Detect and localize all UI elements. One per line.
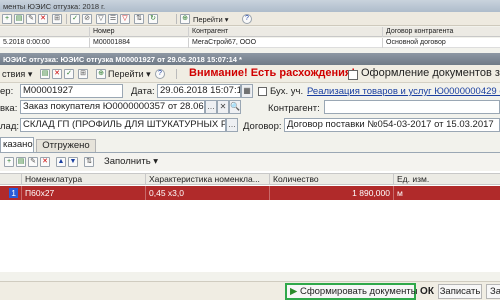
calendar-icon[interactable]: ▦ (241, 84, 253, 98)
structure-icon[interactable]: ⊕ (180, 14, 190, 24)
contract-field[interactable]: Договор поставки №054-03-2017 от 15.03.2… (284, 118, 500, 132)
select-warehouse-button[interactable]: … (226, 118, 238, 132)
ok-button[interactable]: ОК (418, 284, 436, 299)
clear-filter-icon[interactable]: ▽ (120, 14, 130, 24)
add-row-icon[interactable]: + (4, 157, 14, 167)
post-icon[interactable]: ⊞ (52, 14, 62, 24)
row-number-value: 1 (9, 188, 18, 198)
row-contract: Основной договор (386, 39, 446, 46)
edit-row-icon[interactable]: ✎ (28, 157, 38, 167)
delete-icon[interactable]: ✕ (38, 14, 48, 24)
outer-list-header: Номер Контрагент Договор контрагента (0, 27, 500, 37)
table-row[interactable]: 1 П60х27 0,45 х3,0 1 890,000 м (0, 186, 500, 200)
copy-row-icon[interactable]: ▤ (16, 157, 26, 167)
outer-toolbar: + ▤ ✎ ✕ ⊞ ✓ ⊘ ▽ ☰ ▽ ⇅ ↻ ⊕ Перейти ▾ ? (0, 12, 500, 26)
outer-window-title: менты ЮЭИС отгузка: 2018 г. (0, 0, 500, 12)
form-documents-button[interactable]: ▶ Сформировать документы (285, 283, 418, 300)
actions-menu[interactable]: ствия ▾ (2, 68, 32, 81)
actions-menu-label: ствия (2, 69, 26, 79)
col-header-item[interactable]: Номенклатура (22, 174, 146, 185)
go-menu[interactable]: Перейти ▾ (193, 13, 229, 26)
toolbar-divider (66, 14, 67, 24)
col-header-quantity[interactable]: Количество (270, 174, 394, 185)
table-toolbar: + ▤ ✎ ✕ ▲ ▼ ⇅ Заполнить ▾ (0, 153, 500, 171)
col-header-counterparty[interactable]: Контрагент (189, 27, 383, 37)
fill-menu[interactable]: Заполнить ▾ (104, 156, 158, 167)
counterparty-label: Контрагент: (268, 103, 320, 114)
warehouse-label: лад: (0, 121, 20, 132)
move-down-icon[interactable]: ▼ (68, 157, 78, 167)
help-icon[interactable]: ? (242, 14, 252, 24)
discrepancy-warning: Внимание! Есть расхождения! (189, 67, 355, 79)
number-field[interactable]: М00001927 (20, 84, 123, 98)
row-date: 5.2018 0:00:00 (0, 38, 90, 48)
docs-checkbox-label: Оформление документов за (361, 67, 500, 79)
toolbar-divider (176, 14, 177, 24)
col-header-number[interactable]: Номер (90, 27, 189, 37)
post-doc-icon[interactable]: ✓ (64, 69, 74, 79)
structure-doc-icon[interactable]: ⊞ (78, 69, 88, 79)
realization-link[interactable]: Реализация товаров и услуг Ю0000000429 о… (307, 86, 500, 97)
go-icon[interactable]: ⊕ (96, 69, 106, 79)
tab-ordered[interactable]: казано (0, 137, 34, 152)
row-characteristic-cell[interactable]: 0,45 х3,0 (146, 186, 270, 200)
warehouse-field[interactable]: СКЛАД ГП (ПРОФИЛЬ ДЛЯ ШТУКАТУРНЫХ РАБ (20, 118, 226, 132)
col-header-contract[interactable]: Договор контрагента (383, 27, 500, 37)
fill-menu-label: Заполнить (104, 156, 151, 167)
contract-label: Договор: (243, 121, 282, 132)
help-doc-icon[interactable]: ? (155, 69, 165, 79)
col-header-unit[interactable]: Ед. изм. (394, 174, 500, 185)
accounting-checkbox[interactable] (258, 87, 267, 96)
edit-icon[interactable]: ✎ (26, 14, 36, 24)
date-field[interactable]: 29.06.2018 15:07:14 (157, 84, 241, 98)
sort-icon[interactable]: ⇅ (134, 14, 144, 24)
row-quantity-cell[interactable]: 1 890,000 (270, 186, 394, 200)
col-header-date[interactable] (0, 27, 90, 37)
row-unit-cell[interactable]: м (394, 186, 500, 200)
col-header-n[interactable] (0, 174, 22, 185)
counterparty-field[interactable] (324, 100, 500, 114)
go-doc-menu-label: Перейти (108, 69, 144, 79)
filter-icon[interactable]: ▽ (96, 14, 106, 24)
close-button[interactable]: За (486, 284, 500, 299)
delete-row-icon[interactable]: ✕ (40, 157, 50, 167)
delete-doc-icon[interactable]: ✕ (52, 69, 62, 79)
tab-shipped[interactable]: Отгружено (36, 139, 96, 152)
row-item-cell[interactable]: П60х27 (22, 186, 146, 200)
copy-icon[interactable]: ▤ (14, 14, 24, 24)
refresh-icon[interactable]: ↻ (148, 14, 158, 24)
col-header-characteristic[interactable]: Характеристика номенкла... (146, 174, 270, 185)
select-order-button[interactable]: … (205, 100, 217, 114)
save-button[interactable]: Записать (438, 284, 482, 299)
filter-list-icon[interactable]: ☰ (108, 14, 118, 24)
document-toolbar: ствия ▾ ▤ ✕ ✓ ⊞ ⊕ Перейти ▾ ? Внимание! … (0, 65, 500, 83)
go-menu-label: Перейти (193, 15, 223, 24)
go-doc-menu[interactable]: Перейти ▾ (108, 68, 151, 81)
clear-order-icon[interactable]: ✕ (217, 100, 229, 114)
row-number-cell: 1 (0, 186, 22, 200)
grid-header: Номенклатура Характеристика номенкла... … (0, 173, 500, 185)
accounting-label: Бух. уч. (270, 86, 304, 97)
save-doc-icon[interactable]: ▤ (40, 69, 50, 79)
toolbar-divider (176, 69, 177, 79)
open-order-icon[interactable]: 🔍 (229, 100, 241, 114)
order-field[interactable]: Заказ покупателя Ю0000000357 от 28.06.20… (20, 100, 205, 114)
number-label: ер: (0, 86, 14, 97)
bottom-command-bar: ▶ Сформировать документы ОК Записать За (0, 281, 500, 300)
date-label: Дата: (131, 86, 155, 97)
docs-checkbox[interactable] (348, 70, 358, 80)
add-icon[interactable]: + (2, 14, 12, 24)
table-row[interactable]: 5.2018 0:00:00 М00001884 МегаСтрой67, ОО… (0, 38, 500, 48)
order-label: вка: (0, 103, 18, 114)
play-icon: ▶ (290, 286, 298, 297)
unpost-icon[interactable]: ⊘ (82, 14, 92, 24)
post-check-icon[interactable]: ✓ (70, 14, 80, 24)
row-number: М00001884 (90, 38, 189, 48)
sort-rows-icon[interactable]: ⇅ (84, 157, 94, 167)
document-window-title: ЮЭИС отгузка: ЮЭИС отгузка М00001927 от … (0, 53, 500, 65)
form-documents-label: Сформировать документы (299, 286, 418, 297)
move-up-icon[interactable]: ▲ (56, 157, 66, 167)
row-counterparty: МегаСтрой67, ООО (189, 38, 383, 48)
